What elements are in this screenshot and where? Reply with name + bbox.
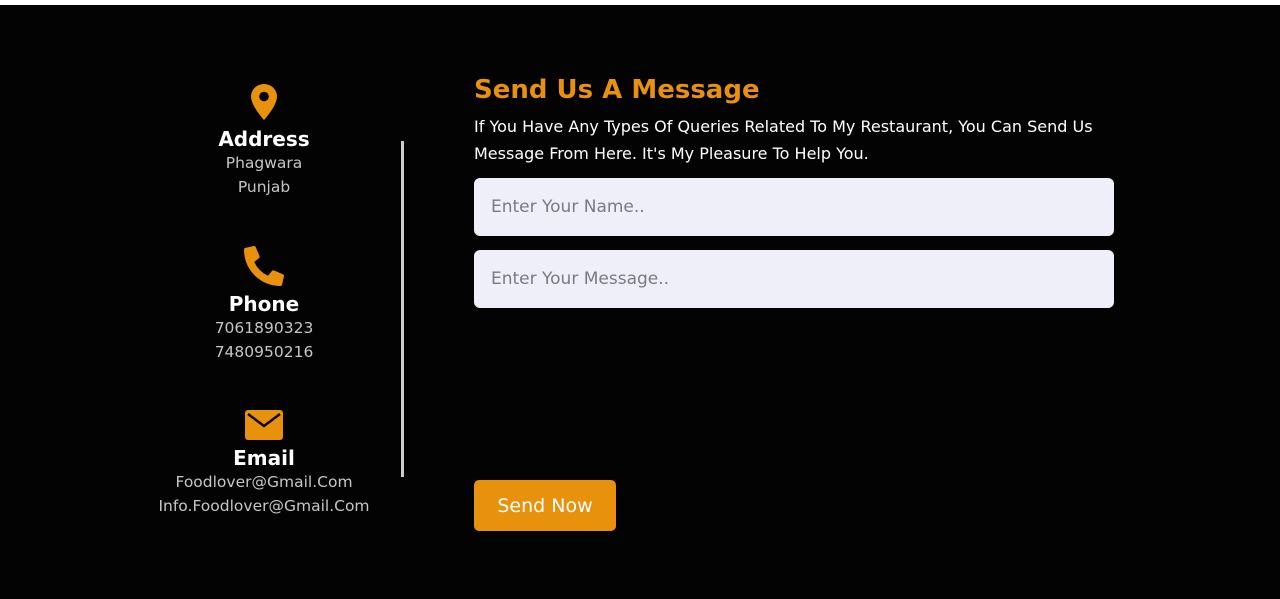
address-title: Address [218,127,310,151]
email-line-1: Foodlover@Gmail.Com [175,473,353,491]
message-input[interactable] [474,250,1114,308]
phone-title: Phone [228,292,300,316]
address-block: Address Phagwara Punjab [134,83,394,199]
contact-form: Send Us A Message If You Have Any Types … [474,73,1114,531]
location-pin-icon [251,84,277,120]
name-input[interactable] [474,178,1114,236]
email-title: Email [233,446,295,470]
form-description: If You Have Any Types Of Queries Related… [474,117,1093,163]
vertical-divider [401,141,404,477]
phone-line-1: 7061890323 [214,319,314,337]
phone-line-2: 7480950216 [214,343,314,361]
address-line-1: Phagwara [225,154,303,172]
send-now-button[interactable]: Send Now [474,480,616,531]
email-block: Email Foodlover@Gmail.Com Info.Foodlover… [134,410,394,518]
envelope-icon [245,410,283,440]
phone-block: Phone 7061890323 7480950216 [134,246,394,364]
form-title: Send Us A Message [474,75,760,105]
address-line-2: Punjab [237,178,291,196]
phone-icon [244,246,284,286]
contact-section: Address Phagwara Punjab Phone 7061890323… [0,5,1280,599]
email-line-2: Info.Foodlover@Gmail.Com [158,497,370,515]
